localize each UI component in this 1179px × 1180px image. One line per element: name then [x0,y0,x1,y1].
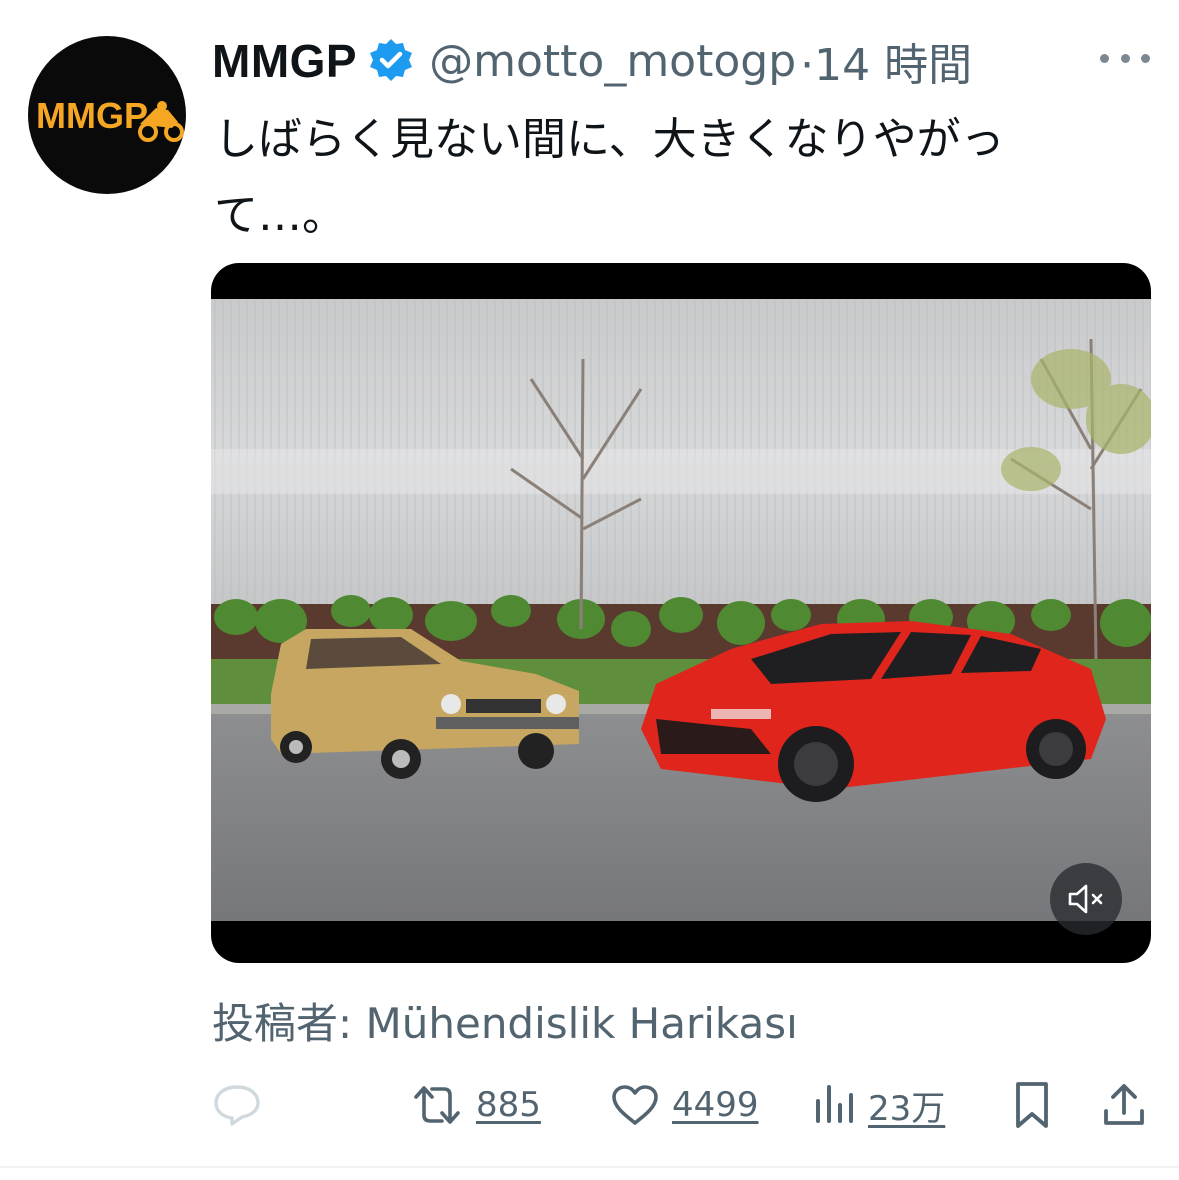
heart-icon [612,1085,658,1125]
tweet-actions: 885 4499 23万 [0,1070,1179,1140]
retweet-count: 885 [476,1085,541,1125]
retweet-button[interactable]: 885 [410,1070,541,1140]
video-frame [211,299,1151,921]
volume-mute-icon [1068,884,1103,914]
share-button[interactable] [1100,1070,1148,1140]
share-icon [1104,1084,1144,1125]
timestamp[interactable]: ·14 時間 [800,29,972,93]
bookmark-icon [1016,1082,1048,1128]
reply-button[interactable] [212,1070,274,1140]
avatar-logo-text: MMGP [36,95,148,136]
mute-button[interactable] [1050,863,1122,935]
analytics-icon [816,1085,853,1123]
views-button[interactable]: 23万 [812,1070,945,1140]
divider [0,1166,1179,1168]
avatar[interactable]: MMGP [28,36,186,194]
views-count: 23万 [868,1088,946,1129]
like-button[interactable]: 4499 [610,1070,759,1140]
more-options-icon[interactable] [1100,40,1150,76]
display-name[interactable]: MMGP [212,34,357,88]
handle[interactable]: @motto_motogp [429,36,796,87]
retweet-icon [414,1086,460,1124]
tweet-text: しばらく見ない間に、大きくなりやがって…。 [214,114,1005,241]
like-count: 4499 [672,1085,759,1125]
video-player[interactable] [211,263,1151,963]
verified-badge-icon[interactable] [367,37,415,85]
reply-icon [214,1085,260,1126]
tweet-header: MMGP @motto_motogp ·14 時間 [212,29,972,93]
bookmark-button[interactable] [1012,1070,1052,1140]
video-attribution[interactable]: 投稿者: Mühendislik Harikası [212,990,798,1051]
